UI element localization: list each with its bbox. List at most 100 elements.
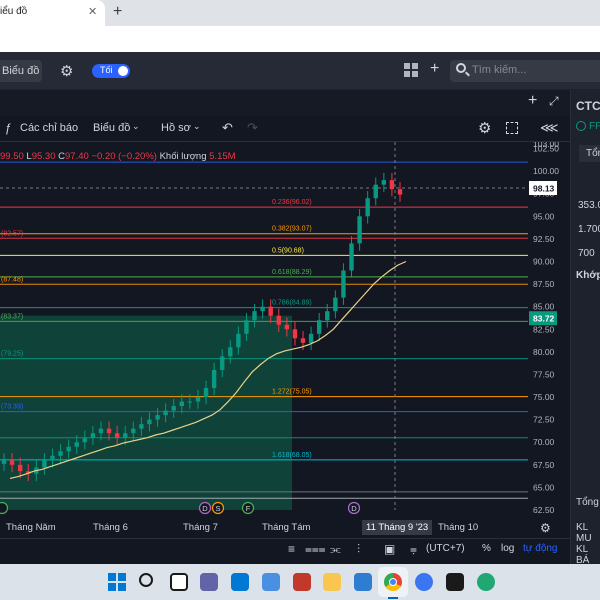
undo-icon[interactable]: ↶ [222, 120, 233, 136]
sort-lines-icon[interactable]: ≡ [288, 542, 295, 556]
close-value: 97.40 [65, 151, 89, 162]
theme-toggle[interactable]: Tối [92, 64, 130, 78]
ff-badge [576, 121, 586, 131]
mail-icon[interactable] [231, 573, 249, 591]
store-icon[interactable] [354, 573, 372, 591]
price-tick-label: 65.00 [533, 482, 555, 492]
price-tick-label: 85.00 [533, 302, 555, 312]
settings-icon[interactable]: ⚙ [478, 119, 491, 137]
auto-button[interactable]: tự động [523, 543, 558, 554]
sliders-icon[interactable]: ⫶ [357, 542, 360, 557]
indicator-lines-icon[interactable]: ⫘ [330, 542, 341, 557]
price-tick-label: 80.00 [533, 347, 555, 357]
candle-body [341, 270, 346, 298]
theme-toggle-label: Tối [100, 65, 113, 75]
candle-body [333, 297, 338, 312]
time-axis[interactable]: Tháng Năm Tháng 6 Tháng 7 Tháng Tám 11 T… [0, 520, 570, 538]
x-label: Tháng 7 [183, 522, 218, 533]
active-app-indicator [388, 597, 398, 599]
total-tab-label: Tổng [586, 148, 600, 159]
magnet-icon[interactable]: ⩦ [410, 542, 417, 557]
ff-label: FF [589, 121, 600, 132]
matched-label: Khớp [576, 270, 600, 281]
indicators-button[interactable]: Các chỉ báo [20, 122, 78, 134]
tab-title: iểu đồ [0, 6, 28, 17]
candle-body [195, 397, 201, 402]
event-marker-label: F [246, 504, 251, 513]
candle-body [211, 369, 217, 388]
candle-body [220, 356, 225, 370]
search-icon-handle [465, 71, 470, 77]
price-tick-label: 87.50 [533, 279, 555, 289]
search-icon[interactable] [139, 573, 153, 587]
right-panel: CTCI FF Tổng 353.0 1.700 700 Khớp Tổng K… [570, 90, 600, 570]
candle-body [187, 401, 193, 403]
draw-lines-icon[interactable]: ⩶ [305, 542, 326, 557]
meet-icon[interactable] [200, 573, 218, 591]
gear-icon[interactable]: ⚙ [60, 62, 73, 80]
chevron-down-icon: ⌄ [193, 121, 201, 131]
left-level-label: (79.25) [1, 351, 23, 358]
media-icon[interactable] [293, 573, 311, 591]
close-label: C [58, 151, 66, 162]
redo-icon[interactable]: ↷ [247, 120, 258, 136]
tab-close-icon[interactable]: ✕ [88, 5, 97, 18]
x-label: Tháng Tám [262, 522, 311, 533]
candle-body [171, 406, 176, 411]
candle-body [357, 216, 362, 244]
price-tick-label: 102.50 [533, 144, 559, 154]
fullscreen-icon[interactable] [506, 122, 518, 134]
browser-tab[interactable]: iểu đồ ✕ [0, 0, 105, 26]
ma-price-value: 83.72 [533, 314, 555, 324]
search-box[interactable]: Tìm kiếm... [450, 60, 600, 82]
candle-body [17, 464, 23, 472]
add-icon[interactable]: + [430, 60, 439, 78]
price-tick-label: 72.50 [533, 415, 555, 425]
price-tick-label: 90.00 [533, 256, 555, 266]
expand-icon[interactable]: ⤢ [549, 94, 559, 109]
chart-nav-button[interactable]: Biểu đồ [0, 60, 42, 82]
file-explorer-icon[interactable] [323, 573, 341, 591]
candle-body [114, 433, 120, 438]
chart-type-button[interactable]: Biểu đồ [93, 122, 130, 134]
windows-start-icon[interactable] [108, 573, 126, 591]
candle-body [42, 460, 47, 468]
candle-body [1, 460, 7, 464]
chart-area[interactable]: 0.236(96.02) 0.382(93.07) 0.5(90.68) 0.618(… [0, 142, 570, 520]
timezone-label[interactable]: (UTC+7) [426, 543, 465, 554]
total-tab-button[interactable]: Tổng [579, 145, 600, 162]
log-button[interactable]: log [501, 543, 514, 554]
candle-body [244, 320, 249, 334]
percent-button[interactable]: % [482, 543, 491, 554]
candle-body [155, 415, 160, 420]
change-value: −0.20 (−0.20%) [91, 151, 157, 162]
candle-body [292, 329, 298, 339]
volume-label: Khối lượng [159, 151, 207, 162]
candle-body [365, 198, 370, 217]
new-tab-button[interactable]: + [113, 3, 122, 21]
add-chart-icon[interactable]: + [528, 92, 537, 110]
edge-icon[interactable] [477, 573, 495, 591]
network-icon[interactable] [262, 573, 280, 591]
candle-body [228, 347, 233, 357]
axis-settings-icon[interactable]: ⚙ [540, 521, 551, 535]
indicators-icon[interactable]: ƒ [5, 121, 12, 135]
price-chart[interactable]: 0.236(96.02) 0.382(93.07) 0.5(90.68) 0.618(… [0, 142, 570, 520]
task-view-icon[interactable] [170, 573, 188, 591]
candle-body [276, 315, 281, 325]
frame-icon[interactable]: ▣ [384, 542, 395, 556]
amibroker-icon[interactable] [446, 573, 464, 591]
panel-value-2: 1.700 [578, 224, 600, 235]
profile-button[interactable]: Hồ sơ [161, 122, 191, 134]
candle-body [252, 311, 257, 321]
candle-body [389, 180, 395, 190]
fib-level-label: 0.236(96.02) [272, 199, 312, 206]
layout-grid-icon[interactable] [404, 63, 418, 77]
share-icon[interactable]: ⋘ [540, 120, 559, 136]
buy-volume-label: KL MU [576, 522, 592, 544]
price-tick-label: 100.00 [533, 166, 559, 176]
candle-body [397, 189, 403, 195]
signal-icon[interactable] [415, 573, 433, 591]
os-taskbar [0, 564, 600, 600]
browser-chrome: iểu đồ ✕ + [0, 0, 600, 52]
